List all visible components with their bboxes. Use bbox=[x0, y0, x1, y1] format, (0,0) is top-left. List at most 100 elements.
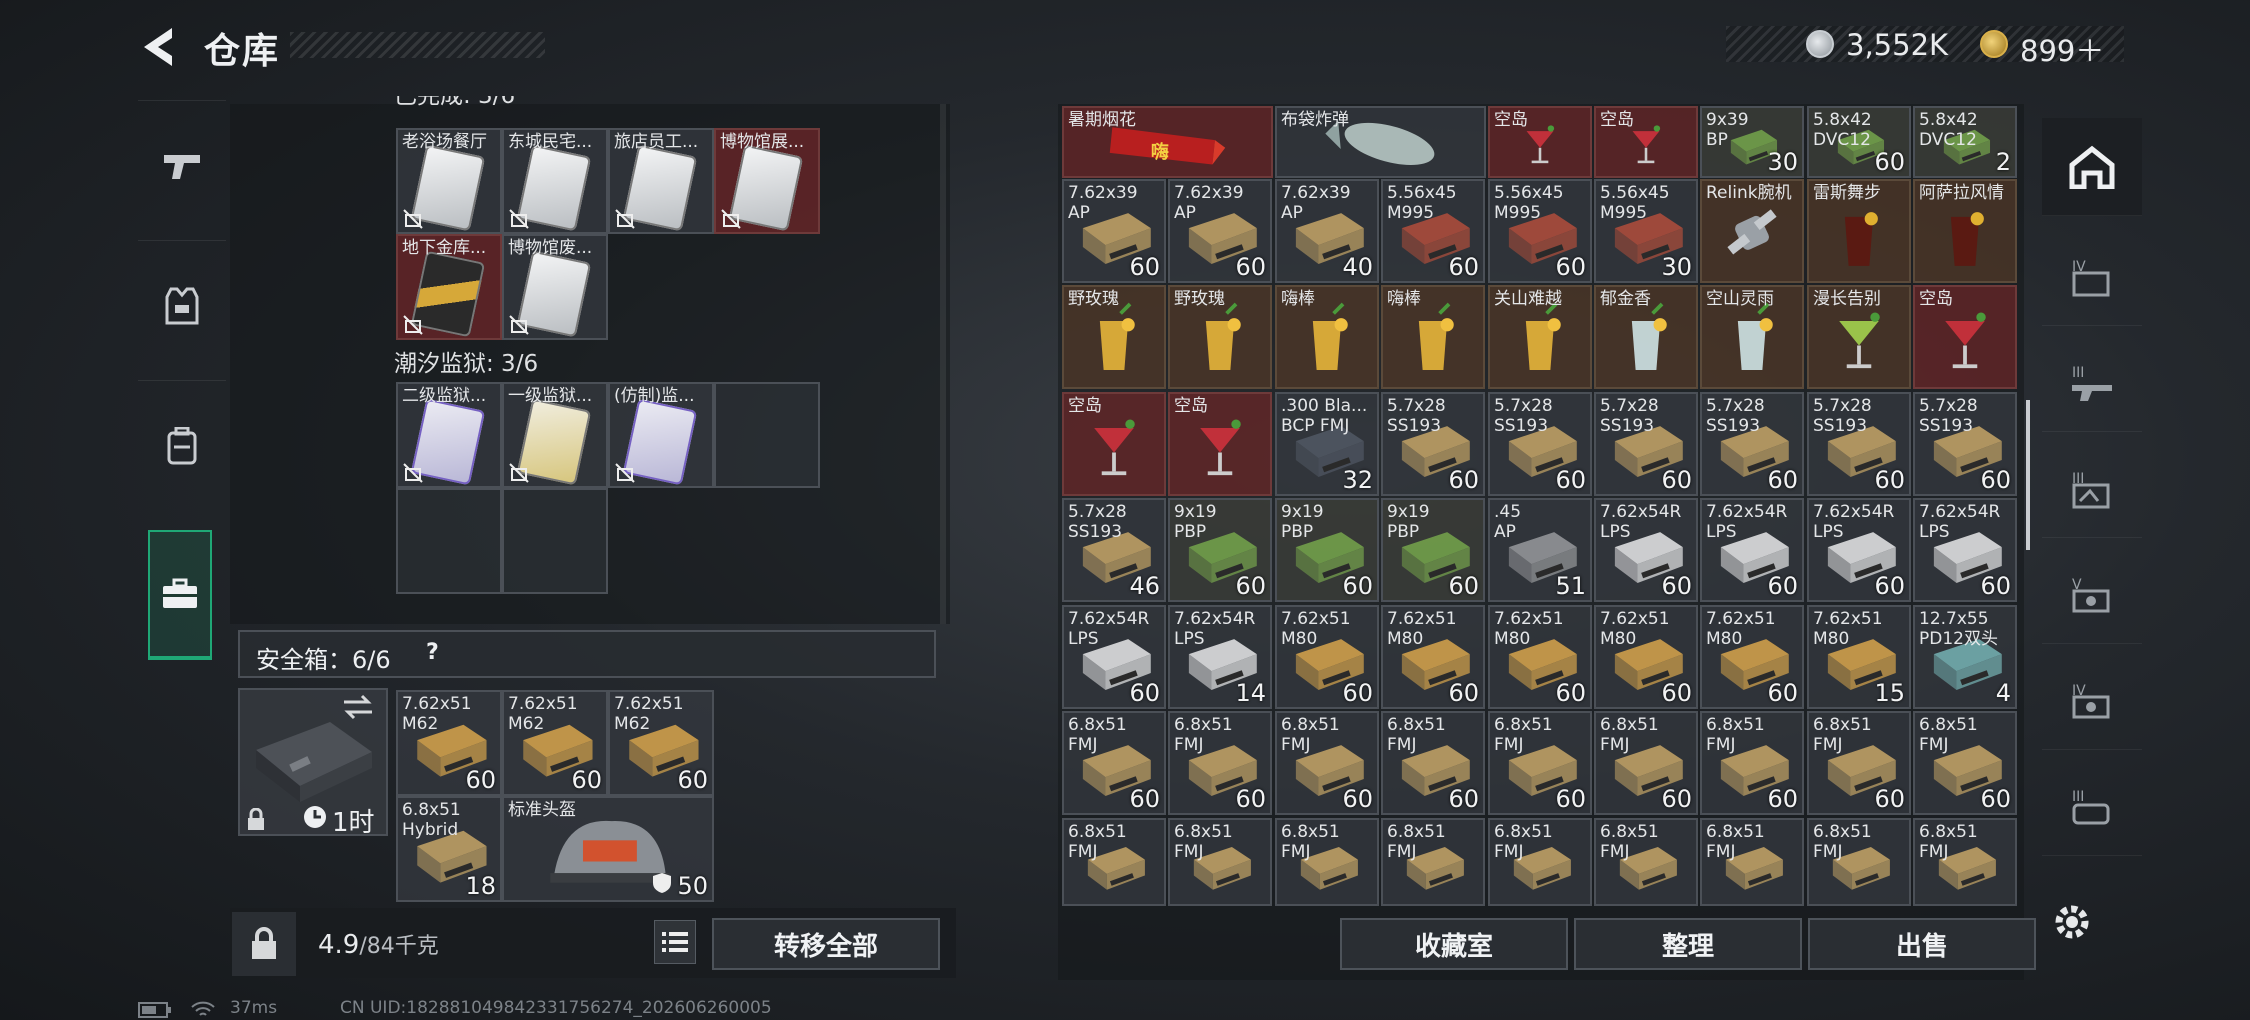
stash-item[interactable]: 7.62x51 M62 60 bbox=[396, 690, 502, 796]
stash-item[interactable]: 空岛 bbox=[1488, 106, 1592, 178]
stash-item[interactable]: 郁金香 bbox=[1594, 285, 1698, 389]
stash-item[interactable]: .45 AP 51 bbox=[1488, 498, 1592, 602]
stash-item[interactable]: 空岛 bbox=[1594, 106, 1698, 178]
stash-item[interactable]: 5.7x28 SS193 60 bbox=[1594, 392, 1698, 496]
stash-page-4[interactable]: IV bbox=[2042, 228, 2142, 326]
empty-slot[interactable] bbox=[502, 488, 608, 594]
stash-item[interactable]: 9x19 PBP 60 bbox=[1275, 498, 1379, 602]
stash-item[interactable]: 7.62x39 AP 60 bbox=[1062, 179, 1166, 283]
stash-item[interactable]: 空山灵雨 bbox=[1700, 285, 1804, 389]
settings-gear-icon[interactable] bbox=[2050, 900, 2094, 944]
stash-item[interactable]: 12.7x55 PD12双头 4 bbox=[1913, 605, 2017, 709]
stash-page-iii[interactable]: III bbox=[2042, 440, 2142, 538]
empty-slot[interactable] bbox=[714, 382, 820, 488]
stash-item[interactable]: 野玫瑰 bbox=[1168, 285, 1272, 389]
keycard-slot[interactable]: 老浴场餐厅 bbox=[396, 128, 502, 234]
stash-item[interactable]: 6.8x51 FMJ bbox=[1275, 818, 1379, 906]
back-button[interactable] bbox=[138, 24, 182, 70]
stash-item[interactable]: 5.56x45 M995 60 bbox=[1488, 179, 1592, 283]
stash-scrollbar[interactable] bbox=[2026, 400, 2030, 550]
stash-item[interactable]: 6.8x51 FMJ 60 bbox=[1700, 711, 1804, 815]
empty-slot[interactable] bbox=[396, 488, 502, 594]
stash-item[interactable]: 阿萨拉风情 bbox=[1913, 179, 2017, 283]
weapon-tab[interactable] bbox=[138, 100, 226, 230]
armor-tab[interactable] bbox=[138, 240, 226, 370]
stash-item[interactable]: 9x19 PBP 60 bbox=[1381, 498, 1485, 602]
stash-item[interactable]: 布袋炸弹 bbox=[1275, 106, 1486, 178]
stash-item[interactable]: 7.62x51 M80 15 bbox=[1807, 605, 1911, 709]
keycard-slot[interactable]: 博物馆废... bbox=[502, 234, 608, 340]
stash-item[interactable]: 空岛 bbox=[1913, 285, 2017, 389]
case-tab[interactable] bbox=[148, 530, 212, 660]
stash-item[interactable]: 嗨棒 bbox=[1275, 285, 1379, 389]
stash-item[interactable]: 6.8x51 FMJ bbox=[1381, 818, 1485, 906]
stash-item[interactable]: 雷斯舞步 bbox=[1807, 179, 1911, 283]
keycard-slot[interactable]: (仿制)监... bbox=[608, 382, 714, 488]
stash-item[interactable]: 7.62x54R LPS 60 bbox=[1062, 605, 1166, 709]
stash-item[interactable]: 空岛 bbox=[1168, 392, 1272, 496]
stash-item[interactable]: 7.62x54R LPS 60 bbox=[1700, 498, 1804, 602]
lock-button[interactable] bbox=[232, 912, 296, 976]
stash-item[interactable]: 7.62x54R LPS 60 bbox=[1594, 498, 1698, 602]
stash-item[interactable]: 6.8x51 FMJ 60 bbox=[1488, 711, 1592, 815]
stash-item[interactable]: 标准头盔 50 bbox=[502, 796, 714, 902]
stash-item[interactable]: 6.8x51 FMJ bbox=[1913, 818, 2017, 906]
container-scrollbar[interactable] bbox=[940, 104, 946, 624]
list-view-button[interactable] bbox=[654, 920, 696, 964]
stash-item[interactable]: 6.8x51 FMJ bbox=[1700, 818, 1804, 906]
keycard-slot[interactable]: 地下金库... bbox=[396, 234, 502, 340]
stash-item[interactable]: 7.62x51 M80 60 bbox=[1700, 605, 1804, 709]
stash-item[interactable]: 6.8x51 FMJ 60 bbox=[1381, 711, 1485, 815]
transfer-all-button[interactable]: 转移全部 bbox=[712, 918, 940, 970]
stash-item[interactable]: 6.8x51 FMJ bbox=[1488, 818, 1592, 906]
safe-case[interactable]: 1时 bbox=[238, 688, 388, 838]
keycard-slot[interactable]: 博物馆展... bbox=[714, 128, 820, 234]
stash-page-v[interactable]: V bbox=[2042, 546, 2142, 644]
stash-item[interactable]: 9x19 PBP 60 bbox=[1168, 498, 1272, 602]
stash-item[interactable]: 7.62x51 M80 60 bbox=[1381, 605, 1485, 709]
stash-item[interactable]: 7.62x51 M62 60 bbox=[502, 690, 608, 796]
stash-item[interactable]: 5.8x42 DVC12 2 bbox=[1913, 106, 2017, 178]
stash-item[interactable]: 关山难越 bbox=[1488, 285, 1592, 389]
stash-item[interactable]: 5.8x42 DVC12 60 bbox=[1807, 106, 1911, 178]
stash-item[interactable]: 6.8x51 Hybrid 18 bbox=[396, 796, 502, 902]
stash-item[interactable]: 6.8x51 FMJ bbox=[1807, 818, 1911, 906]
stash-item[interactable]: 6.8x51 FMJ 60 bbox=[1807, 711, 1911, 815]
stash-page-3[interactable]: III bbox=[2042, 334, 2142, 432]
stash-page-iv[interactable]: IV bbox=[2042, 652, 2142, 750]
stash-item[interactable]: 嗨暑期烟花 bbox=[1062, 106, 1273, 178]
stash-item[interactable]: 7.62x54R LPS 60 bbox=[1807, 498, 1911, 602]
safebox-help-button[interactable]: ? bbox=[426, 640, 439, 665]
stash-item[interactable]: 空岛 bbox=[1062, 392, 1166, 496]
stash-item[interactable]: 7.62x39 AP 60 bbox=[1168, 179, 1272, 283]
stash-item[interactable]: 6.8x51 FMJ bbox=[1062, 818, 1166, 906]
stash-item[interactable]: .300 Bla... BCP FMJ 32 bbox=[1275, 392, 1379, 496]
stash-item[interactable]: 6.8x51 FMJ 60 bbox=[1594, 711, 1698, 815]
sell-button[interactable]: 出售 bbox=[1808, 918, 2036, 970]
organize-button[interactable]: 整理 bbox=[1574, 918, 1802, 970]
stash-item[interactable]: 5.7x28 SS193 60 bbox=[1700, 392, 1804, 496]
stash-item[interactable]: 6.8x51 FMJ bbox=[1168, 818, 1272, 906]
stash-item[interactable]: 6.8x51 FMJ bbox=[1594, 818, 1698, 906]
stash-item[interactable]: 嗨棒 bbox=[1381, 285, 1485, 389]
stash-item[interactable]: 6.8x51 FMJ 60 bbox=[1275, 711, 1379, 815]
stash-item[interactable]: 7.62x51 M80 60 bbox=[1594, 605, 1698, 709]
stash-item[interactable]: 5.7x28 SS193 60 bbox=[1488, 392, 1592, 496]
stash-item[interactable]: 7.62x51 M80 60 bbox=[1275, 605, 1379, 709]
stash-item[interactable]: 7.62x54R LPS 14 bbox=[1168, 605, 1272, 709]
keycard-slot[interactable]: 东城民宅... bbox=[502, 128, 608, 234]
stash-item[interactable]: 漫长告别 bbox=[1807, 285, 1911, 389]
stash-item[interactable]: 6.8x51 FMJ 60 bbox=[1062, 711, 1166, 815]
stash-item[interactable]: 5.7x28 SS193 60 bbox=[1381, 392, 1485, 496]
stash-item[interactable]: 5.7x28 SS193 46 bbox=[1062, 498, 1166, 602]
home-tab[interactable] bbox=[2042, 118, 2142, 216]
stash-item[interactable]: 5.7x28 SS193 60 bbox=[1913, 392, 2017, 496]
swap-icon[interactable] bbox=[342, 694, 374, 720]
backpack-tab[interactable] bbox=[138, 380, 226, 510]
stash-item[interactable]: 6.8x51 FMJ 60 bbox=[1168, 711, 1272, 815]
stash-page-iii-b[interactable]: III bbox=[2042, 758, 2142, 856]
stash-item[interactable]: 7.62x39 AP 40 bbox=[1275, 179, 1379, 283]
stash-item[interactable]: 6.8x51 FMJ 60 bbox=[1913, 711, 2017, 815]
stash-item[interactable]: 野玫瑰 bbox=[1062, 285, 1166, 389]
stash-item[interactable]: 9x39 BP 30 bbox=[1700, 106, 1804, 178]
